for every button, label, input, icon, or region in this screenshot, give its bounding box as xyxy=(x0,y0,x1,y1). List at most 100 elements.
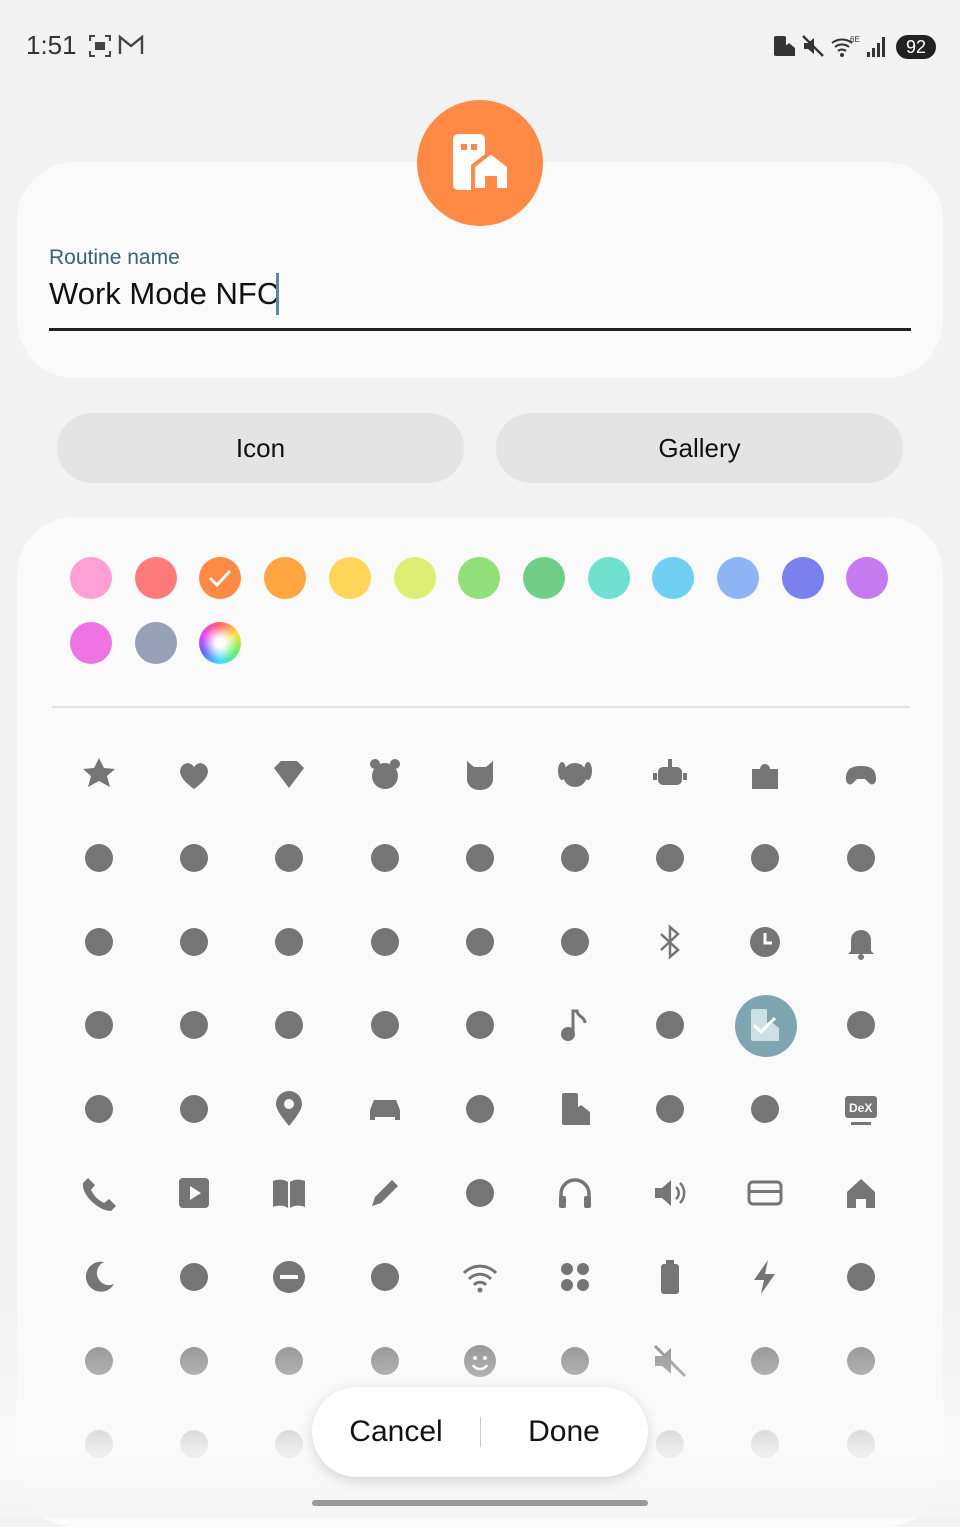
location-pin-icon[interactable] xyxy=(259,1079,319,1139)
cart-icon[interactable] xyxy=(259,828,319,888)
apps-icon[interactable] xyxy=(545,1247,605,1307)
clapper-icon[interactable] xyxy=(831,1247,891,1307)
screenshot-icon xyxy=(89,35,111,57)
paw-icon[interactable] xyxy=(545,912,605,972)
input-underline xyxy=(49,328,911,331)
home-indicator[interactable] xyxy=(312,1500,648,1506)
home-location-icon[interactable] xyxy=(735,1079,795,1139)
color-swatch[interactable] xyxy=(717,557,759,599)
routine-name-input[interactable]: Work Mode NFC xyxy=(49,276,279,312)
bear-icon[interactable] xyxy=(355,744,415,804)
pencil-icon[interactable] xyxy=(355,1163,415,1223)
star-icon[interactable] xyxy=(69,744,129,804)
group-icon[interactable] xyxy=(640,1079,700,1139)
color-swatch[interactable] xyxy=(328,557,371,599)
sunrise-icon[interactable] xyxy=(450,995,510,1055)
battery-icon[interactable] xyxy=(640,1247,700,1307)
play-icon[interactable] xyxy=(164,1163,224,1223)
divider xyxy=(52,706,910,708)
baby-icon[interactable] xyxy=(450,828,510,888)
bluetooth-icon[interactable] xyxy=(640,912,700,972)
wifi-6e-icon: 6E xyxy=(831,35,860,57)
wifi-icon[interactable] xyxy=(450,1247,510,1307)
ice-cream-icon[interactable] xyxy=(164,995,224,1055)
signal-icon xyxy=(867,37,885,57)
puzzle-icon[interactable] xyxy=(735,744,795,804)
gallery-tab-button[interactable]: Gallery xyxy=(496,413,903,483)
shield-user-icon[interactable] xyxy=(831,995,891,1055)
network-icon[interactable] xyxy=(640,995,700,1055)
house-icon[interactable] xyxy=(831,1163,891,1223)
volume-icon[interactable] xyxy=(640,1163,700,1223)
flash-icon[interactable] xyxy=(735,1247,795,1307)
color-swatch[interactable] xyxy=(134,622,177,664)
gmail-icon xyxy=(118,34,144,54)
battery-indicator: 92 xyxy=(896,35,936,59)
color-swatch[interactable] xyxy=(264,557,307,599)
gamepad-icon[interactable] xyxy=(831,744,891,804)
color-swatch[interactable] xyxy=(458,557,501,599)
color-swatch[interactable] xyxy=(652,557,695,599)
cat-icon[interactable] xyxy=(450,744,510,804)
diamond-icon[interactable] xyxy=(259,744,319,804)
robot-icon[interactable] xyxy=(640,744,700,804)
thumbs-up-icon[interactable] xyxy=(735,828,795,888)
alarm-icon[interactable] xyxy=(69,912,129,972)
icon-tab-button[interactable]: Icon xyxy=(57,413,464,483)
bell-icon[interactable] xyxy=(831,912,891,972)
color-swatch[interactable] xyxy=(199,557,242,599)
book-icon[interactable] xyxy=(259,1163,319,1223)
color-swatch[interactable] xyxy=(393,557,436,599)
status-time: 1:51 xyxy=(26,30,77,60)
gift-icon[interactable] xyxy=(545,828,605,888)
check-icon xyxy=(209,569,232,588)
building-icon[interactable] xyxy=(545,1079,605,1139)
heart-icon[interactable] xyxy=(164,744,224,804)
cocktail-icon[interactable] xyxy=(355,912,415,972)
phone-icon[interactable] xyxy=(69,1163,129,1223)
watch-icon[interactable] xyxy=(259,995,319,1055)
cancel-button[interactable]: Cancel xyxy=(312,1387,480,1477)
mute-icon xyxy=(802,35,824,57)
office-home-icon[interactable] xyxy=(735,995,795,1055)
routine-icon-preview[interactable] xyxy=(417,100,543,226)
dog-icon[interactable] xyxy=(545,744,605,804)
planet-icon[interactable] xyxy=(69,995,129,1055)
action-bar: Cancel Done xyxy=(312,1387,648,1477)
color-swatch[interactable] xyxy=(522,557,565,599)
card-icon[interactable] xyxy=(735,1163,795,1223)
moon-icon[interactable] xyxy=(69,1247,129,1307)
home-enter-icon[interactable] xyxy=(164,1079,224,1139)
dashed-check-icon[interactable] xyxy=(355,995,415,1055)
svg-text:DeX: DeX xyxy=(849,1101,872,1115)
person-route-icon[interactable] xyxy=(69,1079,129,1139)
car-icon[interactable] xyxy=(355,1079,415,1139)
bulb-icon[interactable] xyxy=(259,912,319,972)
basketball-icon[interactable] xyxy=(450,912,510,972)
color-swatch[interactable] xyxy=(587,557,630,599)
minus-circle-icon[interactable] xyxy=(259,1247,319,1307)
sync-icon[interactable] xyxy=(450,1163,510,1223)
dex-icon[interactable]: DeX xyxy=(831,1079,891,1139)
text-cursor xyxy=(276,273,279,315)
cutlery-icon[interactable] xyxy=(640,828,700,888)
flask-icon[interactable] xyxy=(164,828,224,888)
color-swatch[interactable] xyxy=(70,557,112,599)
done-button[interactable]: Done xyxy=(480,1387,648,1477)
color-swatch[interactable] xyxy=(781,557,824,599)
color-swatch[interactable] xyxy=(134,557,177,599)
status-bar: 1:51 6E 92 xyxy=(0,0,960,95)
chat-icon[interactable] xyxy=(831,828,891,888)
routine-name-label: Routine name xyxy=(49,246,180,269)
color-swatch[interactable] xyxy=(70,622,112,664)
bed-icon[interactable] xyxy=(164,1247,224,1307)
calendar-icon[interactable] xyxy=(164,912,224,972)
leaf-icon[interactable] xyxy=(355,828,415,888)
luggage-icon[interactable] xyxy=(355,1247,415,1307)
quote-bubble-icon[interactable] xyxy=(450,1079,510,1139)
clock-icon[interactable] xyxy=(735,912,795,972)
headphones-icon[interactable] xyxy=(545,1163,605,1223)
svg-text:6E: 6E xyxy=(850,35,860,44)
music-note-icon[interactable] xyxy=(545,995,605,1055)
bottles-icon[interactable] xyxy=(69,828,129,888)
